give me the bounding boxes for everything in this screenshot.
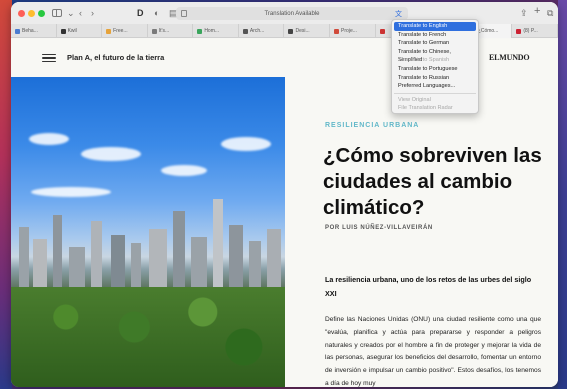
tab-label: (8) P... [523,28,538,34]
tab-overview-icon[interactable]: ⧉ [547,7,553,19]
favicon-icon [379,28,385,34]
tab-label: Kwil [67,28,77,34]
browser-tab[interactable]: Kwil [57,24,103,38]
hamburger-menu-icon[interactable] [42,54,56,63]
menu-item[interactable]: Translate to German [394,39,476,48]
share-icon[interactable]: ⇪ [520,7,528,19]
back-icon[interactable]: ‹ [79,7,82,19]
sidebar-toggle-icon[interactable] [52,9,62,17]
minimize-window-button[interactable] [28,10,35,17]
favicon-icon [242,28,248,34]
menu-item[interactable]: Translate to French [394,31,476,40]
hero-image [11,77,285,387]
zoom-window-button[interactable] [38,10,45,17]
menu-item[interactable]: Translate to Portuguese [394,65,476,74]
forward-icon[interactable]: › [91,7,94,19]
article-byline: POR LUIS NÚÑEZ-VILLAVEIRÁN [325,225,433,231]
browser-tab[interactable]: Proje... [330,24,376,38]
menu-item: View Original [398,96,431,103]
tab-label: ¿Cómo... [477,28,499,34]
desktop-wallpaper-right [558,0,567,389]
page-icon [181,10,187,17]
browser-tab[interactable]: Arch... [239,24,285,38]
menu-item: Translate to Spanish [398,57,450,64]
tab-label: Desi... [295,28,310,34]
tab-label: Proje... [341,28,357,34]
browser-tab[interactable]: Free... [102,24,148,38]
address-bar[interactable]: Translation Available 文 [176,7,408,20]
section-title[interactable]: Plan A, el futuro de la tierra [67,53,164,62]
favicon-icon [288,28,294,34]
browser-tab[interactable]: Hom... [193,24,239,38]
menu-separator [394,92,476,94]
address-text: Translation Available [264,10,320,17]
article-kicker: RESILIENCIA URBANA [325,122,420,129]
favicon-icon [106,28,112,34]
favicon-icon [15,28,20,34]
menu-item[interactable]: Translate to English [394,22,476,31]
browser-window: ⌄ ‹ › D ◐ ▤ Translation Available 文 ⇪ + … [11,2,558,387]
favicon-icon [516,28,522,34]
article-body: Define las Naciones Unidas (ONU) una ciu… [325,316,541,387]
menu-item[interactable]: Translate to Chinese, Simplified [394,48,476,64]
article-lead: La resiliencia urbana, uno de los retos … [325,275,532,298]
close-window-button[interactable] [18,10,25,17]
translate-menu: Translate to English Translate to French T… [391,19,479,114]
chevron-down-icon[interactable]: ⌄ [67,7,75,19]
menu-item[interactable]: Translate to Russian [394,74,476,83]
new-tab-icon[interactable]: + [534,5,540,17]
browser-tab[interactable]: It's... [148,24,194,38]
browser-tab[interactable]: (8) P... [512,24,558,38]
extension-icon[interactable]: D [137,7,144,19]
tab-label: Hom... [204,28,220,34]
article-headline: ¿Cómo sobreviven las ciudades al cambio … [323,144,542,219]
shield-icon[interactable]: ◐ [154,7,159,19]
tab-label: Free... [113,28,128,34]
favicon-icon [197,28,203,34]
favicon-icon [60,28,66,34]
favicon-icon [334,28,340,34]
translate-icon[interactable]: 文 [395,9,402,19]
menu-item[interactable]: Preferred Languages... [394,82,476,91]
site-logo[interactable]: ELMUNDO [489,53,530,62]
tab-label: Arch... [249,28,265,34]
favicon-icon [151,28,157,34]
menu-item: File Translation Radar [398,105,453,112]
browser-tab[interactable]: Beha... [11,24,57,38]
tab-label: Beha... [22,28,38,34]
tab-label: It's... [158,28,170,34]
browser-tab[interactable]: Desi... [284,24,331,38]
